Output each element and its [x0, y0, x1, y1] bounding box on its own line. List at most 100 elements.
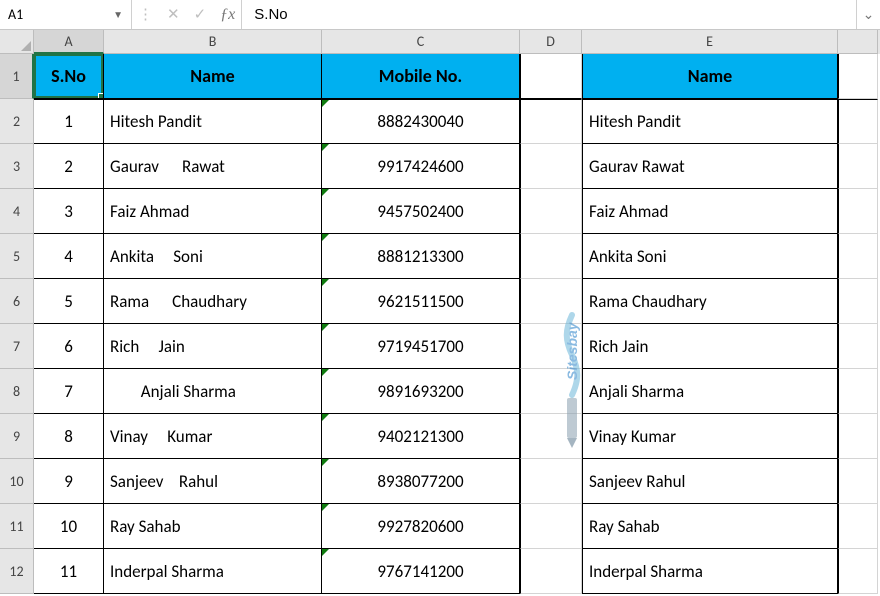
- formula-bar-expand-icon[interactable]: ⌄: [856, 0, 880, 29]
- cell-name[interactable]: Rich Jain: [104, 324, 322, 369]
- insert-function-icon[interactable]: ƒx: [220, 6, 235, 24]
- cell-clean-name[interactable]: Rich Jain: [582, 324, 838, 369]
- cell-sno[interactable]: 10: [34, 504, 104, 549]
- table-row: 1 S.No Name Mobile No. Name: [0, 54, 880, 99]
- enter-formula-icon[interactable]: ✓: [194, 5, 207, 24]
- cell-D[interactable]: [520, 369, 582, 414]
- col-header-B[interactable]: B: [104, 30, 322, 54]
- cell-C1[interactable]: Mobile No.: [322, 54, 520, 99]
- row-header[interactable]: 11: [0, 504, 34, 549]
- row-header[interactable]: 2: [0, 99, 34, 144]
- cell-F[interactable]: [838, 279, 878, 324]
- cancel-formula-icon[interactable]: ✕: [167, 5, 180, 24]
- cell-D[interactable]: [520, 234, 582, 279]
- row-header[interactable]: 10: [0, 459, 34, 504]
- cell-F[interactable]: [838, 324, 878, 369]
- cell-name[interactable]: Inderpal Sharma: [104, 549, 322, 594]
- cell-name[interactable]: Ankita Soni: [104, 234, 322, 279]
- cell-mobile[interactable]: 8882430040: [322, 99, 520, 144]
- col-header-C[interactable]: C: [322, 30, 520, 54]
- cell-F[interactable]: [838, 189, 878, 234]
- col-header-E[interactable]: E: [582, 30, 838, 54]
- name-box[interactable]: A1 ▼: [0, 0, 132, 29]
- cell-F[interactable]: [838, 369, 878, 414]
- cell-sno[interactable]: 11: [34, 549, 104, 594]
- row-header[interactable]: 4: [0, 189, 34, 234]
- cell-mobile[interactable]: 9457502400: [322, 189, 520, 234]
- cell-F[interactable]: [838, 549, 878, 594]
- cell-clean-name[interactable]: Anjali Sharma: [582, 369, 838, 414]
- col-header-D[interactable]: D: [520, 30, 582, 54]
- cell-clean-name[interactable]: Rama Chaudhary: [582, 279, 838, 324]
- cell-clean-name[interactable]: Inderpal Sharma: [582, 549, 838, 594]
- cell-mobile[interactable]: 9927820600: [322, 504, 520, 549]
- cell-name[interactable]: Sanjeev Rahul: [104, 459, 322, 504]
- cell-D[interactable]: [520, 549, 582, 594]
- cell-sno[interactable]: 9: [34, 459, 104, 504]
- row-header[interactable]: 9: [0, 414, 34, 459]
- select-all-corner[interactable]: [0, 30, 34, 54]
- col-header-extra[interactable]: [838, 30, 878, 54]
- cell-sno[interactable]: 2: [34, 144, 104, 189]
- cell-clean-name[interactable]: Sanjeev Rahul: [582, 459, 838, 504]
- row-header[interactable]: 1: [0, 54, 34, 99]
- cell-mobile[interactable]: 9402121300: [322, 414, 520, 459]
- cell-B1[interactable]: Name: [104, 54, 322, 99]
- cell-sno[interactable]: 4: [34, 234, 104, 279]
- cell-sno[interactable]: 8: [34, 414, 104, 459]
- cell-name[interactable]: Ray Sahab: [104, 504, 322, 549]
- cell-sno[interactable]: 6: [34, 324, 104, 369]
- cell-F[interactable]: [838, 234, 878, 279]
- cell-name[interactable]: Gaurav Rawat: [104, 144, 322, 189]
- formula-bar-input[interactable]: [242, 0, 856, 29]
- cell-sno[interactable]: 3: [34, 189, 104, 234]
- col-header-A[interactable]: A: [34, 30, 104, 54]
- row-header[interactable]: 12: [0, 549, 34, 594]
- cell-clean-name[interactable]: Faiz Ahmad: [582, 189, 838, 234]
- cell-F[interactable]: [838, 144, 878, 189]
- cell-A1[interactable]: S.No: [34, 54, 104, 99]
- cell-mobile[interactable]: 8881213300: [322, 234, 520, 279]
- row-header[interactable]: 6: [0, 279, 34, 324]
- cell-clean-name[interactable]: Gaurav Rawat: [582, 144, 838, 189]
- cell-clean-name[interactable]: Hitesh Pandit: [582, 99, 838, 144]
- cell-E1[interactable]: Name: [582, 54, 838, 99]
- cell-D[interactable]: [520, 459, 582, 504]
- cell-name[interactable]: Faiz Ahmad: [104, 189, 322, 234]
- cell-F[interactable]: [838, 99, 878, 144]
- cell-name[interactable]: Rama Chaudhary: [104, 279, 322, 324]
- cell-D1[interactable]: [520, 54, 582, 99]
- cell-mobile[interactable]: 9767141200: [322, 549, 520, 594]
- cell-mobile[interactable]: 8938077200: [322, 459, 520, 504]
- cell-clean-name[interactable]: Vinay Kumar: [582, 414, 838, 459]
- cell-D[interactable]: [520, 414, 582, 459]
- cell-sno[interactable]: 5: [34, 279, 104, 324]
- row-header[interactable]: 8: [0, 369, 34, 414]
- cell-clean-name[interactable]: Ankita Soni: [582, 234, 838, 279]
- cell-name[interactable]: Anjali Sharma: [104, 369, 322, 414]
- formula-dots-icon[interactable]: ⋮: [138, 5, 153, 24]
- cell-name[interactable]: Hitesh Pandit: [104, 99, 322, 144]
- cell-mobile[interactable]: 9719451700: [322, 324, 520, 369]
- row-header[interactable]: 3: [0, 144, 34, 189]
- row-header[interactable]: 5: [0, 234, 34, 279]
- cell-mobile[interactable]: 9621511500: [322, 279, 520, 324]
- cell-F[interactable]: [838, 414, 878, 459]
- cell-F[interactable]: [838, 504, 878, 549]
- cell-D[interactable]: [520, 504, 582, 549]
- cell-sno[interactable]: 7: [34, 369, 104, 414]
- cell-name[interactable]: Vinay Kumar: [104, 414, 322, 459]
- name-box-dropdown-icon[interactable]: ▼: [113, 8, 123, 21]
- cell-sno[interactable]: 1: [34, 99, 104, 144]
- cell-F[interactable]: [838, 459, 878, 504]
- cell-mobile[interactable]: 9917424600: [322, 144, 520, 189]
- cell-D[interactable]: [520, 144, 582, 189]
- cell-D[interactable]: [520, 279, 582, 324]
- row-header[interactable]: 7: [0, 324, 34, 369]
- cell-F1[interactable]: [838, 54, 878, 99]
- cell-D[interactable]: [520, 189, 582, 234]
- cell-clean-name[interactable]: Ray Sahab: [582, 504, 838, 549]
- cell-D[interactable]: [520, 99, 582, 144]
- cell-mobile[interactable]: 9891693200: [322, 369, 520, 414]
- cell-D[interactable]: [520, 324, 582, 369]
